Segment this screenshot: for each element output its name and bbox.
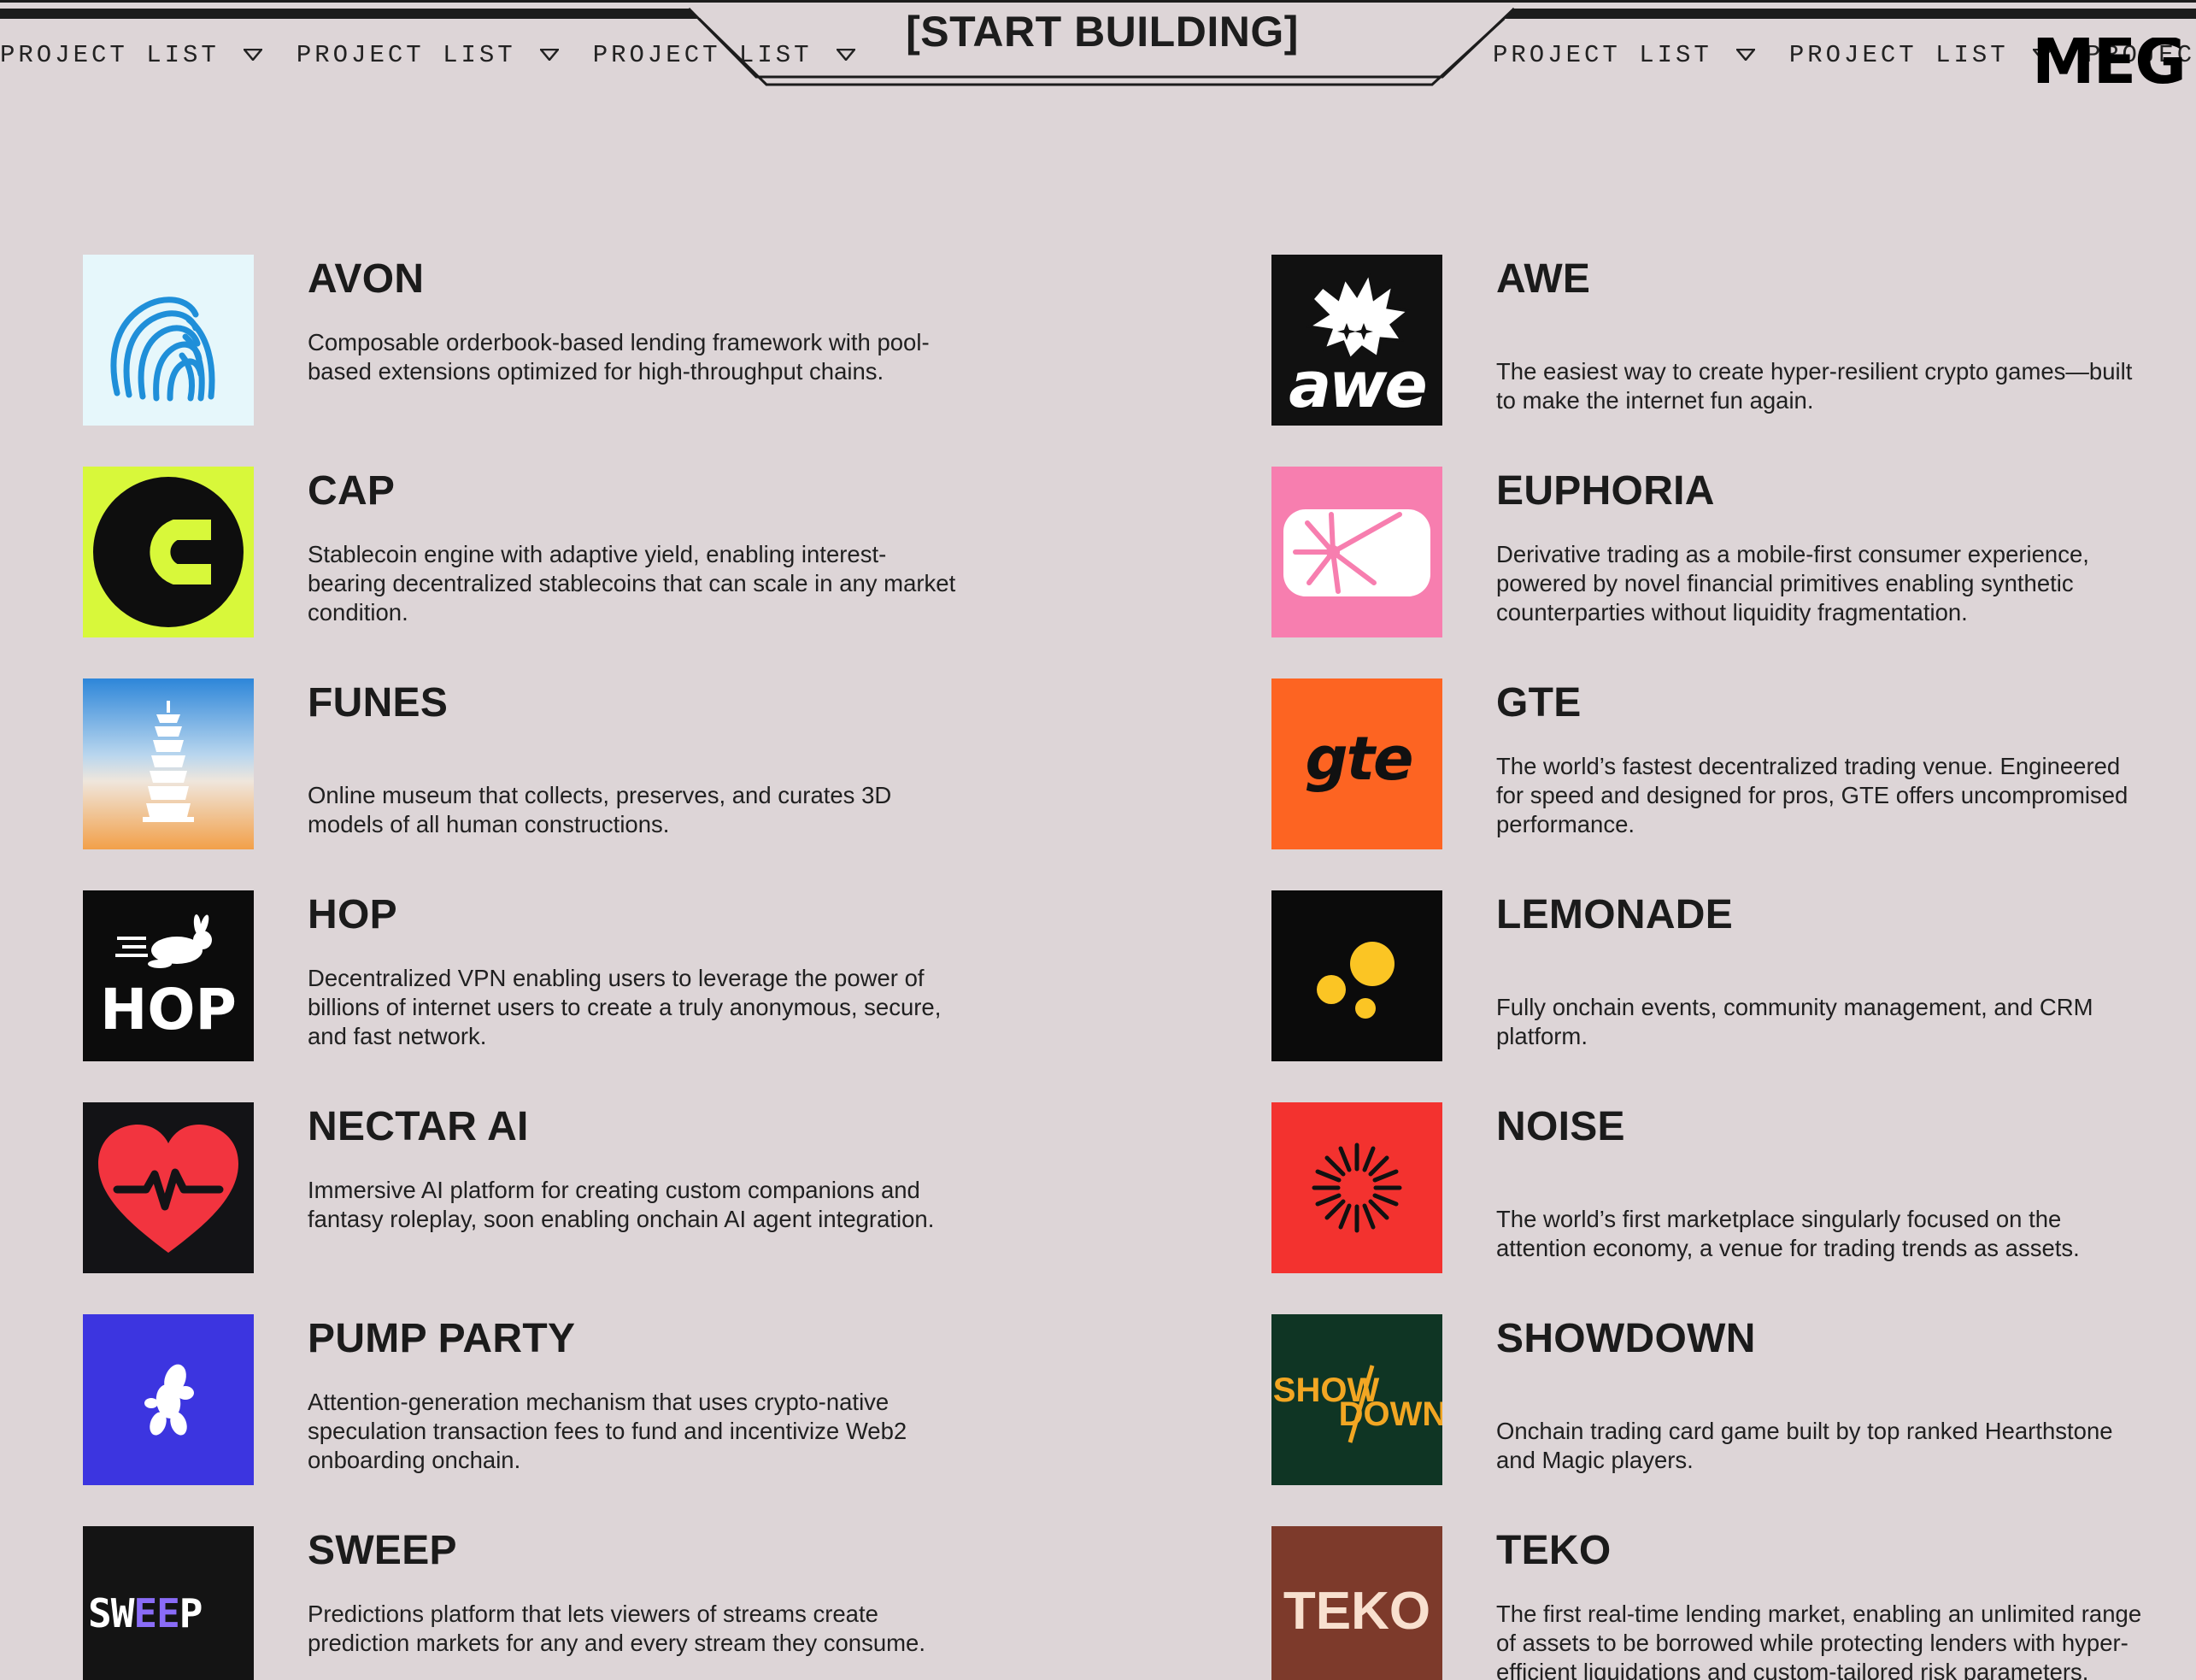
- project-name: HOP: [308, 892, 397, 937]
- chevron-down-icon: [539, 49, 559, 61]
- project-name: AVON: [308, 256, 425, 302]
- ticker-item[interactable]: PROJECT LIST: [0, 41, 262, 69]
- project-description: Stablecoin engine with adaptive yield, e…: [308, 541, 956, 626]
- project-description: The easiest way to create hyper-resilien…: [1496, 358, 2133, 414]
- lemonade-dots-logo: [1271, 890, 1442, 1061]
- funes-pagoda-logo: [83, 678, 254, 849]
- page: PROJECT LIST PROJECT LIST PROJECT LIST […: [0, 0, 2196, 1680]
- svg-text:SWEEP: SWEEP: [88, 1590, 202, 1636]
- project-name: GTE: [1496, 680, 1582, 725]
- project-description: Fully onchain events, community manageme…: [1496, 994, 2093, 1049]
- ticker-label: PROJECT LIST: [1788, 40, 2009, 69]
- project-name: SWEEP: [308, 1528, 457, 1573]
- chevron-down-icon: [1735, 49, 1755, 61]
- awe-logo: awe: [1271, 255, 1442, 426]
- brand-logo[interactable]: MEG: [2032, 38, 2185, 85]
- top-bar: PROJECT LIST PROJECT LIST PROJECT LIST […: [0, 0, 2196, 94]
- project-description: Composable orderbook-based lending frame…: [308, 329, 930, 385]
- project-description: Online museum that collects, preserves, …: [308, 782, 892, 837]
- project-card-gte[interactable]: gte GTE The world’s fastest decentralize…: [1271, 678, 2159, 849]
- project-card-avon[interactable]: AVON Composable orderbook-based lending …: [83, 255, 1271, 426]
- project-card-sweep[interactable]: SWEEP SWEEP Predictions platform that le…: [83, 1526, 1271, 1680]
- ticker-item[interactable]: PROJECT LIST: [1493, 41, 1755, 69]
- project-card-awe[interactable]: awe AWE The easiest way to create hyper-…: [1271, 255, 2159, 426]
- chevron-down-icon: [836, 49, 855, 61]
- project-card-cap[interactable]: CAP Stablecoin engine with adaptive yiel…: [83, 467, 1271, 637]
- sweep-logo-text-c: P: [179, 1590, 203, 1636]
- project-description: The first real-time lending market, enab…: [1496, 1601, 2142, 1680]
- ticker-label: PROJECT LIST: [296, 40, 516, 69]
- chevron-down-icon: [243, 49, 262, 61]
- ticker-item[interactable]: PROJECT LIST: [1789, 41, 2052, 69]
- ticker-label: PROJECT LIST: [1493, 40, 1712, 69]
- project-grid: AVON Composable orderbook-based lending …: [83, 255, 2159, 1680]
- project-name: LEMONADE: [1496, 892, 1734, 937]
- project-card-pump-party[interactable]: PUMP PARTY Attention-generation mechanis…: [83, 1314, 1271, 1485]
- sweep-logo-text-b: EE: [133, 1590, 179, 1636]
- hop-rabbit-logo: HOP: [83, 890, 254, 1061]
- sweep-logo: SWEEP: [83, 1526, 254, 1680]
- heart-pulse-logo: [83, 1102, 254, 1273]
- project-card-euphoria[interactable]: EUPHORIA Derivative trading as a mobile-…: [1271, 467, 2159, 637]
- avon-wave-logo: [83, 255, 254, 426]
- project-description: The world’s fastest decentralized tradin…: [1496, 753, 2128, 837]
- project-card-teko[interactable]: TEKO TEKO The first real-time lending ma…: [1271, 1526, 2159, 1680]
- project-card-noise[interactable]: NOISE The world’s first marketplace sing…: [1271, 1102, 2159, 1273]
- project-description: Onchain trading card game built by top r…: [1496, 1418, 2113, 1473]
- teko-logo-text: TEKO: [1283, 1582, 1430, 1641]
- project-description: The world’s first marketplace singularly…: [1496, 1206, 2080, 1261]
- project-name: CAP: [308, 468, 396, 514]
- balloon-dog-logo: [83, 1314, 254, 1485]
- ticker-item[interactable]: PROJECT LIST: [593, 41, 855, 69]
- project-description: Derivative trading as a mobile-first con…: [1496, 541, 2089, 626]
- project-card-hop[interactable]: HOP HOP Decentralized VPN enabling users…: [83, 890, 1271, 1061]
- noise-burst-logo: [1271, 1102, 1442, 1273]
- ticker-item[interactable]: PROJECT LIST: [297, 41, 559, 69]
- project-card-nectar-ai[interactable]: NECTAR AI Immersive AI platform for crea…: [83, 1102, 1271, 1273]
- project-card-funes[interactable]: FUNES Online museum that collects, prese…: [83, 678, 1271, 849]
- project-name: FUNES: [308, 680, 449, 725]
- project-name: NECTAR AI: [308, 1104, 529, 1149]
- sweep-logo-text-a: SW: [88, 1590, 135, 1636]
- project-name: SHOWDOWN: [1496, 1316, 1756, 1361]
- awe-logo-text: awe: [1289, 349, 1425, 422]
- project-card-showdown[interactable]: SHOW DOWN SHOWDOWN Onchain trading card …: [1271, 1314, 2159, 1485]
- project-name: NOISE: [1496, 1104, 1625, 1149]
- project-card-lemonade[interactable]: LEMONADE Fully onchain events, community…: [1271, 890, 2159, 1061]
- project-description: Attention-generation mechanism that uses…: [308, 1389, 907, 1473]
- gte-logo-text: gte: [1305, 724, 1412, 794]
- cap-c-logo: [83, 467, 254, 637]
- ticker-label: PROJECT LIST: [592, 40, 813, 69]
- page-title: [START BUILDING]: [906, 8, 1299, 56]
- project-name: EUPHORIA: [1496, 468, 1715, 514]
- project-description: Immersive AI platform for creating custo…: [308, 1177, 935, 1232]
- project-name: TEKO: [1496, 1528, 1612, 1573]
- ticker-label: PROJECT LIST: [0, 40, 220, 69]
- project-name: AWE: [1496, 256, 1591, 302]
- showdown-logo-text-bottom: DOWN: [1339, 1395, 1442, 1433]
- gte-logo: gte: [1271, 678, 1442, 849]
- project-name: PUMP PARTY: [308, 1316, 576, 1361]
- showdown-logo: SHOW DOWN: [1271, 1314, 1442, 1485]
- project-description: Decentralized VPN enabling users to leve…: [308, 965, 942, 1049]
- hop-logo-text: HOP: [100, 977, 237, 1043]
- euphoria-star-logo: [1271, 467, 1442, 637]
- project-list-ticker-left[interactable]: PROJECT LIST PROJECT LIST PROJECT LIST: [0, 38, 890, 72]
- project-description: Predictions platform that lets viewers o…: [308, 1601, 925, 1656]
- teko-logo: TEKO: [1271, 1526, 1442, 1680]
